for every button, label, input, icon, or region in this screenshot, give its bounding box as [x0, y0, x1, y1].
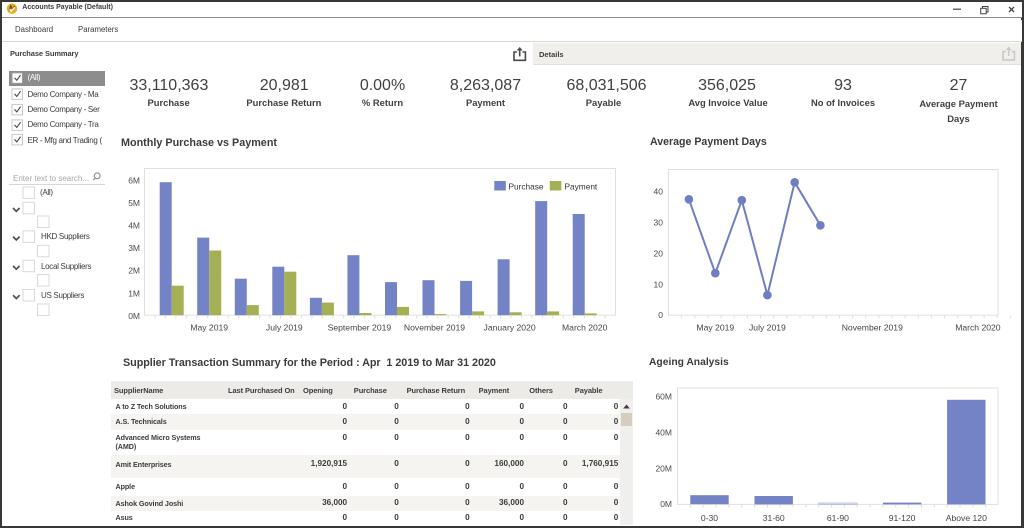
svg-text:Purchase: Purchase: [509, 181, 544, 191]
svg-text:91-120: 91-120: [889, 513, 916, 523]
svg-text:40M: 40M: [655, 427, 672, 437]
svg-text:May 2019: May 2019: [696, 323, 734, 333]
svg-text:July 2019: July 2019: [749, 323, 786, 333]
svg-text:20: 20: [654, 248, 664, 258]
svg-text:0: 0: [658, 310, 663, 320]
svg-text:20M: 20M: [655, 463, 672, 473]
svg-text:3M: 3M: [128, 243, 140, 253]
svg-text:0M: 0M: [128, 311, 140, 321]
svg-text:5M: 5M: [128, 198, 140, 208]
svg-text:March 2020: March 2020: [562, 323, 608, 333]
svg-text:2M: 2M: [128, 266, 140, 276]
svg-text:30: 30: [654, 218, 664, 228]
svg-text:March 2020: March 2020: [955, 323, 1001, 333]
svg-text:6M: 6M: [128, 176, 140, 186]
svg-text:61-90: 61-90: [827, 513, 849, 523]
svg-text:4M: 4M: [128, 221, 140, 231]
svg-text:May 2019: May 2019: [190, 323, 228, 333]
svg-text:September 2019: September 2019: [328, 323, 392, 333]
svg-text:1M: 1M: [128, 288, 140, 298]
svg-text:40: 40: [654, 187, 664, 197]
svg-text:July 2019: July 2019: [266, 323, 303, 333]
svg-text:31-60: 31-60: [763, 513, 785, 523]
svg-text:January 2020: January 2020: [484, 323, 536, 333]
svg-text:Above 120: Above 120: [946, 513, 987, 523]
svg-text:November 2019: November 2019: [404, 323, 465, 333]
svg-text:November 2019: November 2019: [842, 323, 903, 333]
svg-text:10: 10: [654, 279, 664, 289]
svg-text:Payment: Payment: [565, 181, 598, 191]
svg-text:0M: 0M: [660, 499, 672, 509]
svg-text:60M: 60M: [655, 392, 672, 402]
svg-text:0-30: 0-30: [701, 513, 718, 523]
